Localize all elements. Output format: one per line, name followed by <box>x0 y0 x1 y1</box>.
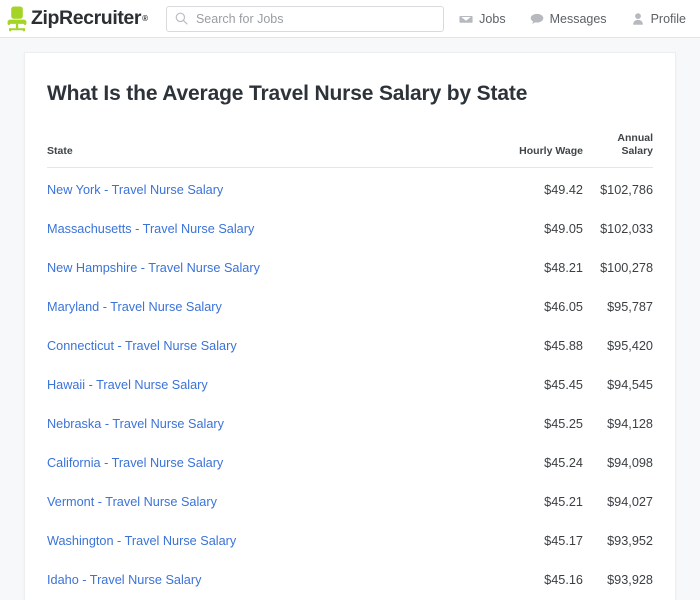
cell-annual-salary: $100,278 <box>600 261 653 276</box>
cell-state: Vermont - Travel Nurse Salary <box>47 483 485 522</box>
cell-annual-salary: $93,928 <box>607 573 653 588</box>
state-salary-link[interactable]: Vermont - Travel Nurse Salary <box>47 495 217 509</box>
office-chair-icon <box>7 6 27 31</box>
cell-hourly-wage: $45.24 <box>544 456 583 471</box>
header-nav: Jobs Messages Profile <box>459 12 686 26</box>
cell-hourly-wage: $45.25 <box>544 417 583 432</box>
state-salary-link[interactable]: Connecticut - Travel Nurse Salary <box>47 339 237 353</box>
salary-card: What Is the Average Travel Nurse Salary … <box>24 52 676 600</box>
nav-label-messages: Messages <box>549 11 607 26</box>
table-row: Idaho - Travel Nurse Salary $45.16 $93,928 <box>47 561 653 600</box>
cell-hourly-wage: $49.42 <box>544 183 583 198</box>
cell-hourly-wage: $45.45 <box>544 378 583 393</box>
state-salary-link[interactable]: Idaho - Travel Nurse Salary <box>47 573 201 587</box>
cell-hourly-wage: $46.05 <box>544 300 583 315</box>
nav-label-jobs: Jobs <box>479 11 506 26</box>
state-salary-link[interactable]: Washington - Travel Nurse Salary <box>47 534 236 548</box>
table-row: Hawaii - Travel Nurse Salary $45.45 $94,54… <box>47 366 653 405</box>
cell-state: Connecticut - Travel Nurse Salary <box>47 327 485 366</box>
state-salary-link[interactable]: Nebraska - Travel Nurse Salary <box>47 417 224 431</box>
cell-state: Massachusetts - Travel Nurse Salary <box>47 210 485 249</box>
table-row: New Hampshire - Travel Nurse Salary $48.2… <box>47 249 653 288</box>
search-icon <box>175 12 188 25</box>
column-header-state: State <box>47 132 485 169</box>
cell-hourly-wage: $48.21 <box>544 261 583 276</box>
cell-annual-salary: $94,545 <box>607 378 653 393</box>
cell-state: Nebraska - Travel Nurse Salary <box>47 405 485 444</box>
nav-item-jobs[interactable]: Jobs <box>459 11 506 26</box>
person-icon <box>632 12 643 25</box>
briefcase-icon <box>459 15 473 23</box>
trademark-symbol: ® <box>142 14 148 23</box>
speech-bubble-icon <box>530 13 543 24</box>
cell-state: Washington - Travel Nurse Salary <box>47 522 485 561</box>
cell-annual-salary: $93,952 <box>607 534 653 549</box>
cell-hourly-wage: $45.21 <box>544 495 583 510</box>
table-row: Connecticut - Travel Nurse Salary $45.88 $… <box>47 327 653 366</box>
nav-item-profile[interactable]: Profile <box>631 12 686 26</box>
cell-hourly-wage: $45.88 <box>544 339 583 354</box>
state-salary-link[interactable]: New Hampshire - Travel Nurse Salary <box>47 261 260 275</box>
cell-annual-salary: $95,787 <box>607 300 653 315</box>
cell-hourly-wage: $49.05 <box>544 222 583 237</box>
cell-state: Hawaii - Travel Nurse Salary <box>47 366 485 405</box>
search-box[interactable] <box>165 5 444 32</box>
salary-table: State Hourly Wage Annual Salary New York… <box>47 132 653 600</box>
table-row: Massachusetts - Travel Nurse Salary $49.0… <box>47 210 653 249</box>
nav-item-messages[interactable]: Messages <box>530 12 607 26</box>
table-header-row: State Hourly Wage Annual Salary <box>47 132 653 169</box>
cell-state: New York - Travel Nurse Salary <box>47 168 485 210</box>
brand-name: ZipRecruiter <box>31 7 142 29</box>
cell-annual-salary: $95,420 <box>607 339 653 354</box>
nav-label-profile: Profile <box>650 11 686 26</box>
cell-hourly-wage: $45.16 <box>544 573 583 588</box>
table-row: New York - Travel Nurse Salary $49.42 $102… <box>47 168 653 210</box>
cell-annual-salary: $102,786 <box>600 183 653 198</box>
table-body: New York - Travel Nurse Salary $49.42 $102… <box>47 168 653 600</box>
table-row: Washington - Travel Nurse Salary $45.17 $9… <box>47 522 653 561</box>
state-salary-link[interactable]: California - Travel Nurse Salary <box>47 456 223 470</box>
column-header-hourly: Hourly Wage <box>484 132 583 169</box>
cell-hourly-wage: $45.17 <box>544 534 583 549</box>
state-salary-link[interactable]: New York - Travel Nurse Salary <box>47 183 223 197</box>
cell-annual-salary: $94,027 <box>607 495 653 510</box>
column-header-annual: Annual Salary <box>582 132 653 169</box>
table-row: Nebraska - Travel Nurse Salary $45.25 $94,… <box>47 405 653 444</box>
table-row: California - Travel Nurse Salary $45.24 $9… <box>47 444 653 483</box>
table-header: State Hourly Wage Annual Salary <box>47 132 653 169</box>
cell-state: Maryland - Travel Nurse Salary <box>47 288 485 327</box>
top-navigation-bar: ZipRecruiter ® Jobs Messages <box>0 0 700 38</box>
page-content: What Is the Average Travel Nurse Salary … <box>0 38 700 600</box>
state-salary-link[interactable]: Hawaii - Travel Nurse Salary <box>47 378 208 392</box>
cell-annual-salary: $94,098 <box>607 456 653 471</box>
column-header-annual-line2: Salary <box>621 145 653 158</box>
table-row: Maryland - Travel Nurse Salary $46.05 $95,… <box>47 288 653 327</box>
page-title: What Is the Average Travel Nurse Salary … <box>47 82 528 105</box>
column-header-annual-line1: Annual <box>617 132 653 144</box>
table-row: Vermont - Travel Nurse Salary $45.21 $94,0… <box>47 483 653 522</box>
cell-state: New Hampshire - Travel Nurse Salary <box>47 249 485 288</box>
cell-state: Idaho - Travel Nurse Salary <box>47 561 485 600</box>
cell-annual-salary: $102,033 <box>600 222 653 237</box>
search-input[interactable] <box>195 11 435 26</box>
cell-annual-salary: $94,128 <box>607 417 653 432</box>
cell-state: California - Travel Nurse Salary <box>47 444 485 483</box>
state-salary-link[interactable]: Massachusetts - Travel Nurse Salary <box>47 222 254 236</box>
ziprecruiter-logo[interactable]: ZipRecruiter ® <box>6 6 148 32</box>
state-salary-link[interactable]: Maryland - Travel Nurse Salary <box>47 300 222 314</box>
